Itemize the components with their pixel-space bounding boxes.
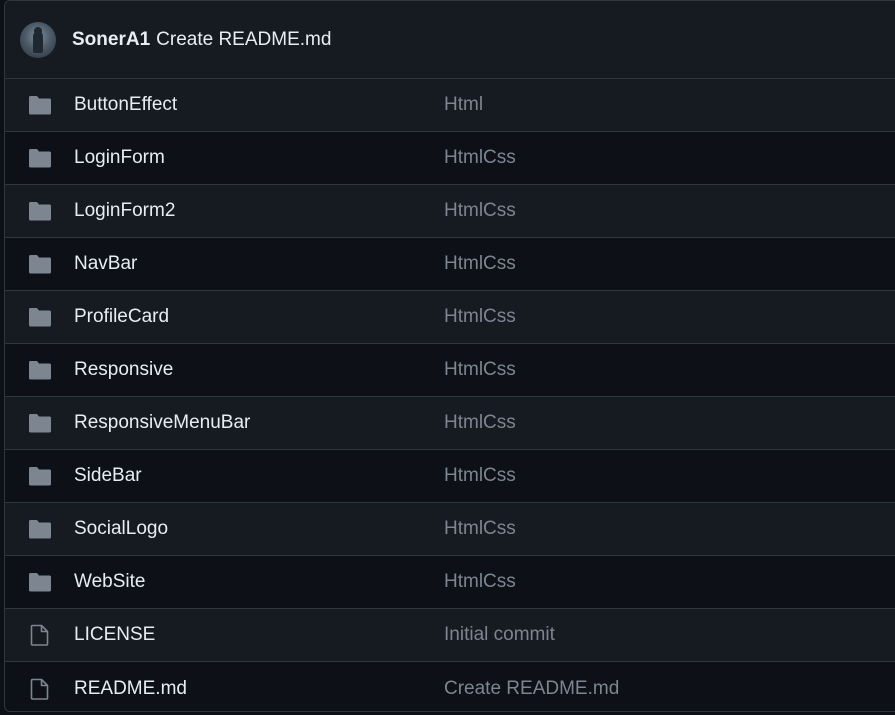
file-icon xyxy=(28,678,52,700)
file-name-link[interactable]: LICENSE xyxy=(74,624,155,646)
folder-row[interactable]: WebSite HtmlCss xyxy=(5,556,895,609)
folder-row[interactable]: Responsive HtmlCss xyxy=(5,344,895,397)
commit-message-link[interactable]: HtmlCss xyxy=(444,359,516,381)
folder-row[interactable]: ProfileCard HtmlCss xyxy=(5,291,895,344)
folder-name-link[interactable]: LoginForm2 xyxy=(74,200,175,222)
file-row[interactable]: LICENSE Initial commit xyxy=(5,609,895,662)
commit-message-link[interactable]: HtmlCss xyxy=(444,518,516,540)
folder-row[interactable]: ButtonEffect Html xyxy=(5,79,895,132)
commit-message-link[interactable]: Initial commit xyxy=(444,624,555,646)
commit-message-link[interactable]: Create README.md xyxy=(444,678,619,700)
folder-icon xyxy=(28,571,52,593)
commit-message-link[interactable]: Html xyxy=(444,94,483,116)
folder-icon xyxy=(28,200,52,222)
commit-author-link[interactable]: SonerA1 xyxy=(72,29,150,50)
folder-icon xyxy=(28,465,52,487)
commit-message-link[interactable]: Create README.md xyxy=(156,29,331,50)
folder-row[interactable]: ResponsiveMenuBar HtmlCss xyxy=(5,397,895,450)
folder-icon xyxy=(28,94,52,116)
folder-icon xyxy=(28,518,52,540)
folder-icon xyxy=(28,359,52,381)
folder-row[interactable]: SocialLogo HtmlCss xyxy=(5,503,895,556)
folder-row[interactable]: NavBar HtmlCss xyxy=(5,238,895,291)
folder-name-link[interactable]: ProfileCard xyxy=(74,306,169,328)
file-list: ButtonEffect Html LoginForm HtmlCss LoginFor… xyxy=(5,79,895,715)
file-name-link[interactable]: README.md xyxy=(74,678,187,700)
file-row[interactable]: README.md Create README.md xyxy=(5,662,895,715)
repo-file-browser: SonerA1 Create README.md ButtonEffect Html… xyxy=(4,0,895,712)
folder-icon xyxy=(28,412,52,434)
latest-commit-bar: SonerA1 Create README.md xyxy=(5,1,895,79)
commit-message-link[interactable]: HtmlCss xyxy=(444,465,516,487)
folder-row[interactable]: LoginForm HtmlCss xyxy=(5,132,895,185)
avatar-figure xyxy=(33,30,43,53)
folder-icon xyxy=(28,147,52,169)
folder-icon xyxy=(28,306,52,328)
avatar[interactable] xyxy=(20,21,56,58)
folder-name-link[interactable]: ResponsiveMenuBar xyxy=(74,412,250,434)
commit-message-link[interactable]: HtmlCss xyxy=(444,571,516,593)
commit-message-link[interactable]: HtmlCss xyxy=(444,147,516,169)
file-icon xyxy=(28,624,52,646)
folder-name-link[interactable]: WebSite xyxy=(74,571,145,593)
folder-icon xyxy=(28,253,52,275)
folder-name-link[interactable]: LoginForm xyxy=(74,147,165,169)
latest-commit-text: SonerA1 Create README.md xyxy=(72,29,331,51)
commit-message-link[interactable]: HtmlCss xyxy=(444,306,516,328)
commit-message-link[interactable]: HtmlCss xyxy=(444,412,516,434)
folder-name-link[interactable]: SocialLogo xyxy=(74,518,168,540)
folder-row[interactable]: LoginForm2 HtmlCss xyxy=(5,185,895,238)
folder-name-link[interactable]: Responsive xyxy=(74,359,173,381)
folder-row[interactable]: SideBar HtmlCss xyxy=(5,450,895,503)
commit-message-link[interactable]: HtmlCss xyxy=(444,200,516,222)
folder-name-link[interactable]: NavBar xyxy=(74,253,137,275)
commit-message-link[interactable]: HtmlCss xyxy=(444,253,516,275)
folder-name-link[interactable]: ButtonEffect xyxy=(74,94,177,116)
folder-name-link[interactable]: SideBar xyxy=(74,465,142,487)
